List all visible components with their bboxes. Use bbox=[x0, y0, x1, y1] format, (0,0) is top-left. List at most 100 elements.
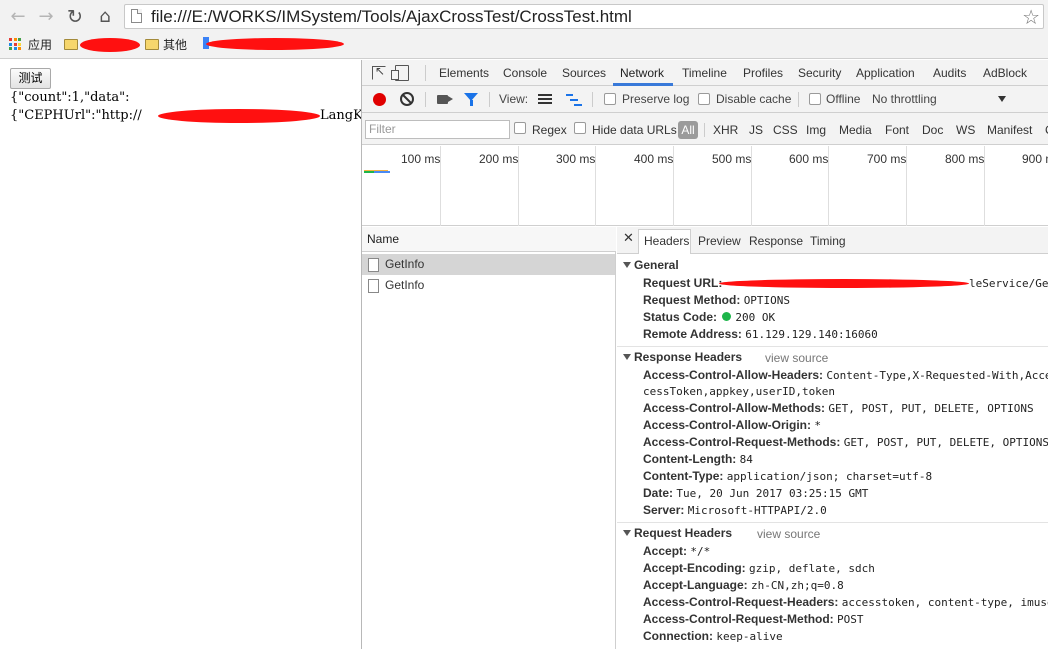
timeline-tick-label: 500 ms bbox=[712, 152, 752, 166]
request-name: GetInfo bbox=[385, 257, 425, 271]
requests-list: Name GetInfo GetInfo bbox=[362, 227, 616, 649]
filter-input[interactable]: Filter bbox=[365, 120, 510, 139]
filter-ws[interactable]: WS bbox=[956, 123, 975, 137]
collapse-triangle-icon bbox=[623, 354, 631, 360]
url-text[interactable]: file:///E:/WORKS/IMSystem/Tools/AjaxCros… bbox=[151, 7, 632, 27]
tab-timing[interactable]: Timing bbox=[810, 234, 846, 248]
request-row[interactable]: GetInfo bbox=[362, 254, 615, 275]
tab-profiles[interactable]: Profiles bbox=[743, 66, 783, 80]
record-icon[interactable] bbox=[373, 93, 386, 106]
folder-icon bbox=[64, 39, 78, 50]
timeline-tick-label: 800 ms bbox=[945, 152, 985, 166]
header-key: Request URL: bbox=[643, 276, 723, 290]
response-headers-toggle[interactable]: Response Headers bbox=[623, 350, 742, 364]
request-headers-toggle[interactable]: Request Headers bbox=[623, 526, 732, 540]
test-button[interactable]: 测试 bbox=[10, 68, 51, 89]
bookmark-star-icon[interactable]: ☆ bbox=[1022, 5, 1040, 29]
filter-img[interactable]: Img bbox=[806, 123, 826, 137]
disable-cache-checkbox[interactable] bbox=[698, 93, 710, 105]
preserve-log-checkbox[interactable] bbox=[604, 93, 616, 105]
filter-font[interactable]: Font bbox=[885, 123, 909, 137]
document-icon bbox=[368, 279, 379, 293]
filter-icon[interactable] bbox=[464, 93, 478, 106]
bookmark-folder-redacted[interactable] bbox=[64, 37, 82, 55]
header-key: Status Code: bbox=[643, 310, 718, 324]
forward-arrow-icon[interactable]: → bbox=[35, 6, 57, 28]
header-value: zh-CN,zh;q=0.8 bbox=[751, 579, 844, 592]
capture-screenshots-icon[interactable] bbox=[437, 95, 448, 104]
request-view-source-link[interactable]: view source bbox=[757, 527, 820, 541]
header-row: cessToken,appkey,userID,token bbox=[643, 384, 835, 399]
header-key: Access-Control-Request-Headers: bbox=[643, 595, 839, 609]
timeline-tick-label: 300 ms bbox=[556, 152, 596, 166]
header-row: Accept-Encoding: gzip, deflate, sdch bbox=[643, 561, 875, 576]
redaction-mark bbox=[206, 38, 344, 50]
timeline-tick-label: 900 m bbox=[1022, 152, 1048, 166]
inspect-element-icon[interactable] bbox=[372, 64, 386, 80]
bookmark-other[interactable]: 其他 bbox=[145, 37, 187, 55]
filter-css[interactable]: CSS bbox=[773, 123, 798, 137]
response-headers-title: Response Headers bbox=[634, 350, 743, 364]
clear-icon[interactable] bbox=[400, 92, 414, 106]
bookmark-apps[interactable]: 应用 bbox=[28, 37, 52, 55]
request-row[interactable]: GetInfo bbox=[362, 275, 615, 296]
header-key: Request Method: bbox=[643, 293, 741, 307]
home-icon[interactable]: ⌂ bbox=[94, 6, 116, 28]
overview-icon[interactable] bbox=[566, 94, 582, 106]
timeline-tick-label: 700 ms bbox=[867, 152, 907, 166]
tab-sources[interactable]: Sources bbox=[562, 66, 606, 80]
back-arrow-icon[interactable]: ← bbox=[7, 6, 29, 28]
header-row: Content-Length: 84 bbox=[643, 452, 753, 467]
large-rows-icon[interactable] bbox=[538, 94, 552, 105]
device-toolbar-icon[interactable] bbox=[391, 65, 409, 81]
offline-checkbox[interactable] bbox=[809, 93, 821, 105]
name-column-header[interactable]: Name bbox=[362, 227, 616, 252]
chevron-down-icon[interactable] bbox=[998, 96, 1006, 102]
regex-label: Regex bbox=[532, 123, 567, 137]
tab-response[interactable]: Response bbox=[749, 234, 803, 248]
reload-icon[interactable]: ↻ bbox=[64, 6, 86, 28]
general-section-toggle[interactable]: General bbox=[623, 258, 679, 272]
tab-preview[interactable]: Preview bbox=[698, 234, 741, 248]
tab-application[interactable]: Application bbox=[856, 66, 915, 80]
regex-checkbox[interactable] bbox=[514, 122, 526, 134]
header-value: GET, POST, PUT, DELETE, OPTIONS bbox=[828, 402, 1034, 415]
tab-network[interactable]: Network bbox=[620, 66, 664, 80]
header-value: 200 OK bbox=[735, 311, 776, 324]
header-row: Accept: */* bbox=[643, 544, 710, 559]
filter-js[interactable]: JS bbox=[749, 123, 763, 137]
filter-xhr[interactable]: XHR bbox=[713, 123, 738, 137]
tab-console[interactable]: Console bbox=[503, 66, 547, 80]
network-toolbar: View: Preserve log Disable cache Offline… bbox=[362, 86, 1048, 113]
tab-timeline[interactable]: Timeline bbox=[682, 66, 727, 80]
filter-doc[interactable]: Doc bbox=[922, 123, 943, 137]
tab-headers[interactable]: Headers bbox=[644, 234, 689, 248]
filter-all[interactable]: All bbox=[678, 121, 698, 139]
tab-adblock[interactable]: AdBlock bbox=[983, 66, 1027, 80]
status-ok-icon bbox=[722, 312, 732, 321]
tab-security[interactable]: Security bbox=[798, 66, 841, 80]
redaction-mark bbox=[158, 109, 320, 123]
header-key: Access-Control-Request-Method: bbox=[643, 612, 834, 626]
filter-media[interactable]: Media bbox=[839, 123, 872, 137]
apps-grid-icon[interactable] bbox=[9, 38, 21, 50]
close-icon[interactable]: ✕ bbox=[623, 231, 634, 246]
header-row: Access-Control-Request-Methods: GET, POS… bbox=[643, 435, 1048, 450]
collapse-triangle-icon bbox=[623, 262, 631, 268]
hide-data-urls-checkbox[interactable] bbox=[574, 122, 586, 134]
filter-manifest[interactable]: Manifest bbox=[987, 123, 1032, 137]
bookmark-redacted[interactable] bbox=[203, 37, 209, 55]
tab-elements[interactable]: Elements bbox=[439, 66, 489, 80]
header-row: Access-Control-Allow-Origin: * bbox=[643, 418, 821, 433]
header-row: Server: Microsoft-HTTPAPI/2.0 bbox=[643, 503, 827, 518]
throttling-select[interactable]: No throttling bbox=[872, 92, 937, 106]
json-output-end: LangK bbox=[320, 108, 361, 123]
details-tabbar: ✕ Headers Preview Response Timing bbox=[617, 227, 1048, 254]
response-view-source-link[interactable]: view source bbox=[765, 351, 828, 365]
divider bbox=[617, 346, 1048, 347]
tab-audits[interactable]: Audits bbox=[933, 66, 966, 80]
document-icon bbox=[368, 258, 379, 272]
address-bar[interactable]: file:///E:/WORKS/IMSystem/Tools/AjaxCros… bbox=[124, 4, 1044, 29]
divider bbox=[592, 92, 593, 107]
header-key: Content-Length: bbox=[643, 452, 737, 466]
